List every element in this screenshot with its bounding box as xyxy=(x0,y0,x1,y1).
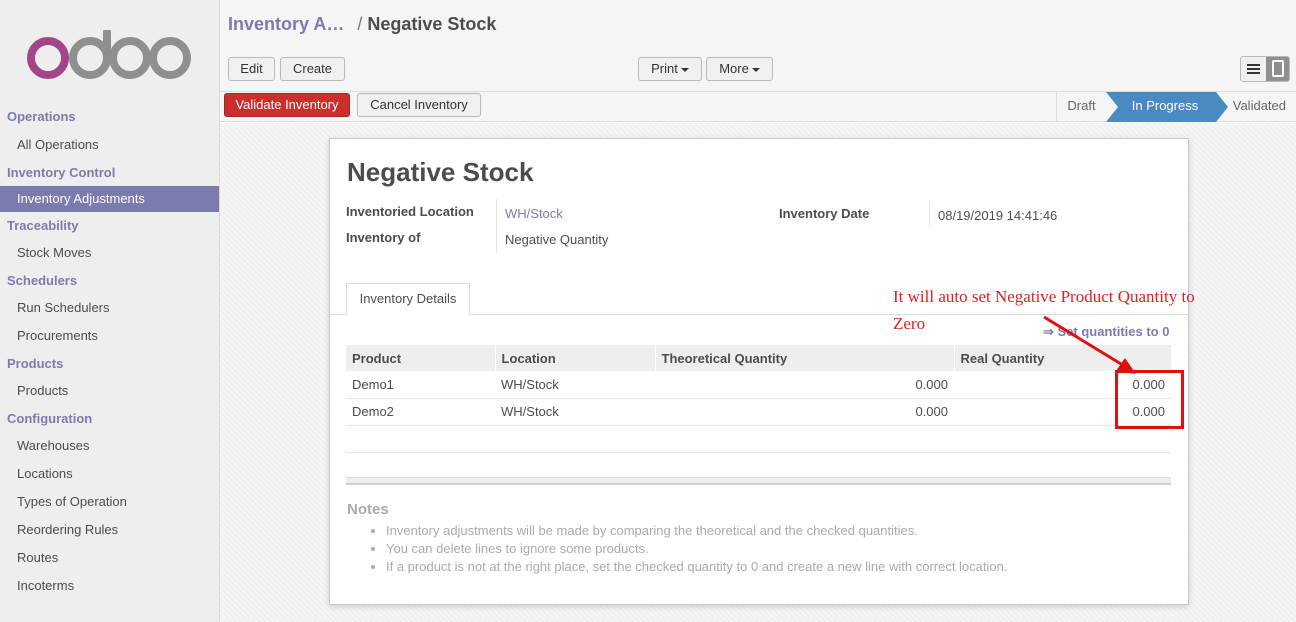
empty-cell xyxy=(655,425,954,453)
column-header-theoretical-quantity[interactable]: Theoretical Quantity xyxy=(654,345,954,371)
sidebar-item-warehouses[interactable]: Warehouses xyxy=(0,432,219,460)
cell-theoretical-quantity: 0.000 xyxy=(655,398,954,426)
inventory-of-value: Negative Quantity xyxy=(505,232,609,247)
control-panel: Inventory A… / Negative Stock Edit Create … xyxy=(220,0,1296,92)
breadcrumb-parent-link[interactable]: Inventory A… xyxy=(228,14,344,34)
annotation-arrow-icon xyxy=(1043,315,1136,374)
menu-section-operations: Operations xyxy=(7,109,76,124)
inventory-of-label: Inventory of xyxy=(346,230,421,245)
table-footer xyxy=(346,477,1171,485)
more-dropdown-button[interactable]: More xyxy=(706,57,773,81)
column-header-product[interactable]: Product xyxy=(346,345,495,371)
form-view-button[interactable] xyxy=(1266,57,1289,81)
cancel-inventory-button[interactable]: Cancel Inventory xyxy=(357,93,481,117)
sidebar-item-locations[interactable]: Locations xyxy=(0,460,219,488)
edit-button[interactable]: Edit xyxy=(228,57,275,81)
sidebar-item-incoterms[interactable]: Incoterms xyxy=(0,572,219,600)
empty-cell xyxy=(954,425,1171,453)
stage-bar: Draft In Progress Validated xyxy=(1056,92,1296,122)
tab-inventory-details[interactable]: Inventory Details xyxy=(346,283,470,315)
sidebar-item-types-of-operation[interactable]: Types of Operation xyxy=(0,488,219,516)
cell-location: WH/Stock xyxy=(495,398,655,426)
sidebar-item-reordering-rules[interactable]: Reordering Rules xyxy=(0,516,219,544)
sidebar-item-all-operations[interactable]: All Operations xyxy=(0,131,219,159)
stage-in-progress[interactable]: In Progress xyxy=(1106,92,1216,122)
cell-location: WH/Stock xyxy=(495,371,655,399)
field-divider xyxy=(496,199,497,253)
cell-theoretical-quantity: 0.000 xyxy=(655,371,954,399)
empty-cell xyxy=(346,425,495,453)
record-title: Negative Stock xyxy=(347,157,534,187)
sidebar-item-routes[interactable]: Routes xyxy=(0,544,219,572)
breadcrumb-current: Negative Stock xyxy=(367,14,497,34)
cell-product: Demo1 xyxy=(346,371,495,399)
table-empty-row xyxy=(346,425,1171,453)
inventoried-location-label: Inventoried Location xyxy=(346,204,474,219)
stage-arrow-icon xyxy=(1106,92,1118,122)
table-row[interactable]: Demo2 WH/Stock 0.000 0.000 xyxy=(346,398,1171,426)
more-label: More xyxy=(719,61,749,76)
create-button[interactable]: Create xyxy=(280,57,345,81)
breadcrumb-separator: / xyxy=(357,14,363,34)
sidebar-item-stock-moves[interactable]: Stock Moves xyxy=(0,239,219,267)
view-switcher xyxy=(1240,56,1290,82)
inventory-date-value: 08/19/2019 14:41:46 xyxy=(938,208,1058,223)
sidebar: Operations All Operations Inventory Cont… xyxy=(0,0,220,622)
menu-section-configuration: Configuration xyxy=(7,411,93,426)
breadcrumb: Inventory A… / Negative Stock xyxy=(228,12,496,36)
cell-product: Demo2 xyxy=(346,398,495,426)
empty-cell xyxy=(495,425,655,453)
sidebar-item-procurements[interactable]: Procurements xyxy=(0,322,219,350)
note-item: If a product is not at the right place, … xyxy=(386,558,1007,576)
inventoried-location-value[interactable]: WH/Stock xyxy=(505,206,563,221)
menu-section-traceability: Traceability xyxy=(7,218,79,233)
caret-down-icon xyxy=(680,67,689,72)
print-dropdown-button[interactable]: Print xyxy=(638,57,702,81)
menu-section-schedulers: Schedulers xyxy=(7,273,78,288)
odoo-logo[interactable] xyxy=(24,30,194,82)
sidebar-item-products[interactable]: Products xyxy=(0,377,219,405)
notes-list: Inventory adjustments will be made by co… xyxy=(386,522,1007,576)
validate-inventory-button[interactable]: Validate Inventory xyxy=(224,93,350,117)
sidebar-item-inventory-adjustments[interactable]: Inventory Adjustments xyxy=(0,186,219,212)
list-icon xyxy=(1247,64,1260,74)
caret-down-icon xyxy=(751,67,760,72)
note-item: Inventory adjustments will be made by co… xyxy=(386,522,1007,540)
stage-draft[interactable]: Draft xyxy=(1056,92,1106,122)
form-icon xyxy=(1272,60,1284,77)
sidebar-menu: Operations All Operations Inventory Cont… xyxy=(0,104,219,600)
note-item: You can delete lines to ignore some prod… xyxy=(386,540,1007,558)
field-divider xyxy=(929,201,930,227)
notes-title: Notes xyxy=(347,501,389,518)
menu-section-products: Products xyxy=(7,356,64,371)
inventory-date-label: Inventory Date xyxy=(779,206,870,221)
print-label: Print xyxy=(651,61,678,76)
menu-section-inventory-control: Inventory Control xyxy=(7,165,116,180)
sidebar-item-run-schedulers[interactable]: Run Schedulers xyxy=(0,294,219,322)
statusbar: Validate Inventory Cancel Inventory Draf… xyxy=(220,92,1296,122)
list-view-button[interactable] xyxy=(1241,57,1266,81)
column-header-location[interactable]: Location xyxy=(494,345,655,371)
stage-validated[interactable]: Validated xyxy=(1216,92,1296,122)
